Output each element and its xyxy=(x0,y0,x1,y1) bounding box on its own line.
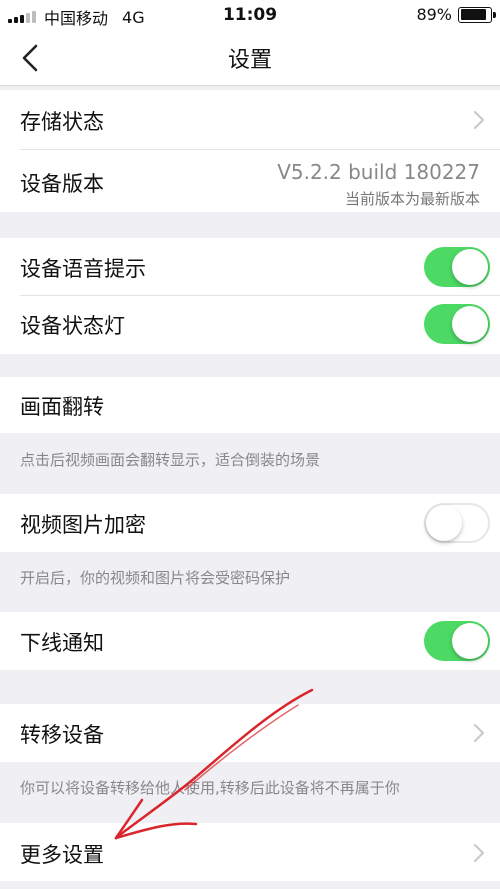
voice-prompt-row: 设备语音提示 xyxy=(0,238,500,296)
version-value: V5.2.2 build 180227 xyxy=(277,160,480,184)
page-title: 设置 xyxy=(227,48,272,73)
flip-row[interactable]: 画面翻转 xyxy=(0,377,500,433)
chevron-right-icon xyxy=(474,724,484,742)
encrypt-label: 视频图片加密 xyxy=(20,513,146,537)
storage-row[interactable]: 存储状态 xyxy=(0,90,500,150)
chevron-right-icon xyxy=(474,844,484,862)
battery-percent: 89% xyxy=(416,5,452,24)
flip-hint: 点击后视频画面会翻转显示，适合倒装的场景 xyxy=(20,451,321,469)
version-note: 当前版本为最新版本 xyxy=(344,190,480,208)
encrypt-toggle[interactable] xyxy=(424,503,490,543)
toggle-knob xyxy=(452,623,488,659)
nav-bar: 设置 xyxy=(0,30,500,86)
version-row: 设备版本 V5.2.2 build 180227 当前版本为最新版本 xyxy=(0,150,500,212)
toggle-knob xyxy=(452,306,488,342)
flip-label: 画面翻转 xyxy=(20,395,104,419)
offline-notify-row: 下线通知 xyxy=(0,612,500,670)
chevron-right-icon xyxy=(474,111,484,129)
more-settings-row[interactable]: 更多设置 xyxy=(0,823,500,881)
voice-prompt-label: 设备语音提示 xyxy=(20,257,146,281)
toggle-knob xyxy=(452,249,488,285)
encrypt-hint: 开启后，你的视频和图片将会受密码保护 xyxy=(20,569,291,587)
offline-notify-toggle[interactable] xyxy=(424,621,490,661)
transfer-label: 转移设备 xyxy=(20,723,104,747)
storage-label: 存储状态 xyxy=(20,110,104,134)
voice-prompt-toggle[interactable] xyxy=(424,247,490,287)
encrypt-row: 视频图片加密 xyxy=(0,494,500,552)
transfer-row[interactable]: 转移设备 xyxy=(0,704,500,762)
battery-fill xyxy=(460,9,487,20)
status-light-label: 设备状态灯 xyxy=(20,314,125,338)
offline-notify-label: 下线通知 xyxy=(20,631,104,655)
status-light-toggle[interactable] xyxy=(424,304,490,344)
toggle-knob xyxy=(426,505,462,541)
more-settings-label: 更多设置 xyxy=(20,843,104,867)
status-light-row: 设备状态灯 xyxy=(0,296,500,354)
transfer-hint: 你可以将设备转移给他人使用,转移后此设备将不再属于你 xyxy=(20,779,400,797)
status-bar: 中国移动 4G 11:09 89% xyxy=(0,0,500,30)
version-label: 设备版本 xyxy=(20,172,104,196)
battery-icon xyxy=(458,6,496,23)
status-right: 89% xyxy=(416,5,496,24)
